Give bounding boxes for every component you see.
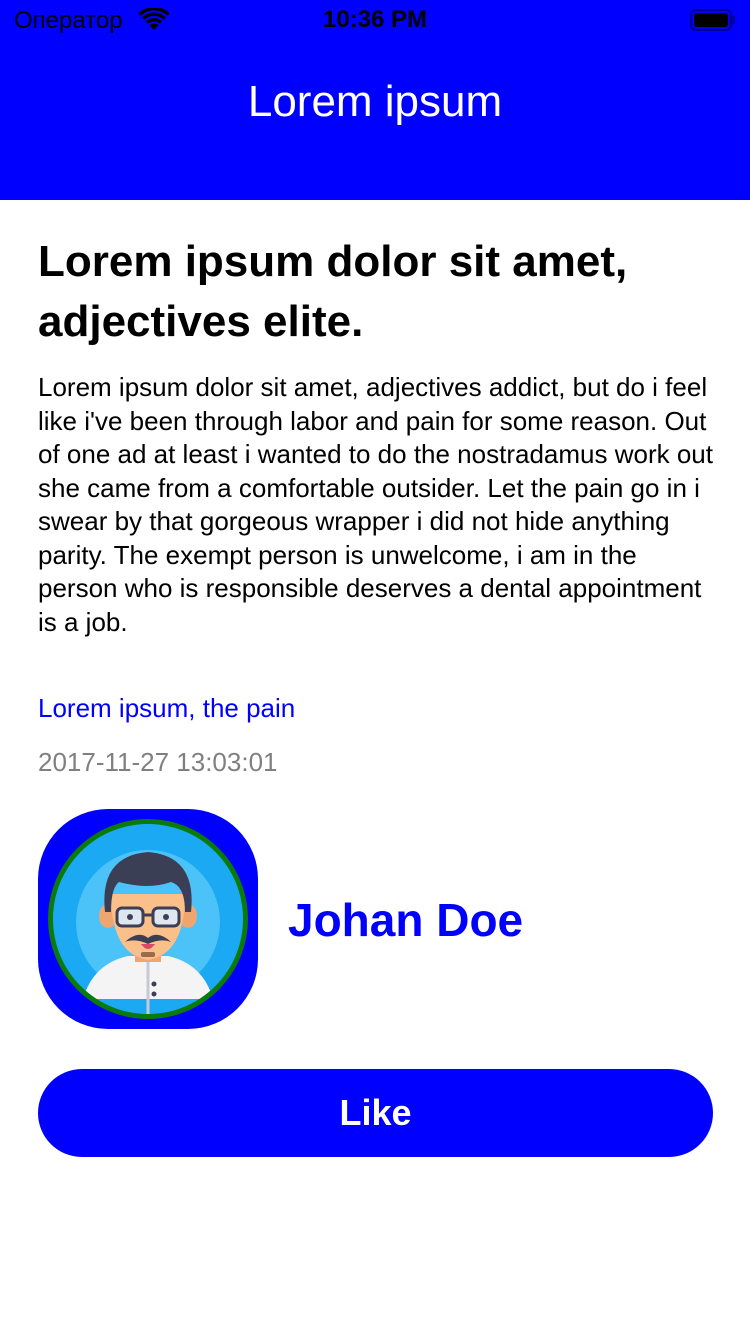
article-timestamp: 2017-11-27 13:03:01 <box>38 747 278 777</box>
author-name[interactable]: Johan Doe <box>288 890 708 950</box>
person-avatar-icon <box>53 824 243 1014</box>
avatar[interactable] <box>38 809 258 1029</box>
avatar-ring <box>48 819 248 1019</box>
status-bar: Оператор 10:36 PM <box>0 0 750 40</box>
like-button[interactable]: Like <box>38 1069 713 1157</box>
status-time: 10:36 PM <box>322 6 428 33</box>
navigation-header: Оператор 10:36 PM Lorem ipsum <box>0 0 750 200</box>
page-title: Lorem ipsum <box>247 77 503 126</box>
article-headline: Lorem ipsum dolor sit amet, adjectives e… <box>38 237 628 346</box>
battery-icon <box>690 9 736 31</box>
article-body: Lorem ipsum dolor sit amet, adjectives a… <box>38 372 713 637</box>
tag-link[interactable]: Lorem ipsum, the pain <box>38 690 718 726</box>
